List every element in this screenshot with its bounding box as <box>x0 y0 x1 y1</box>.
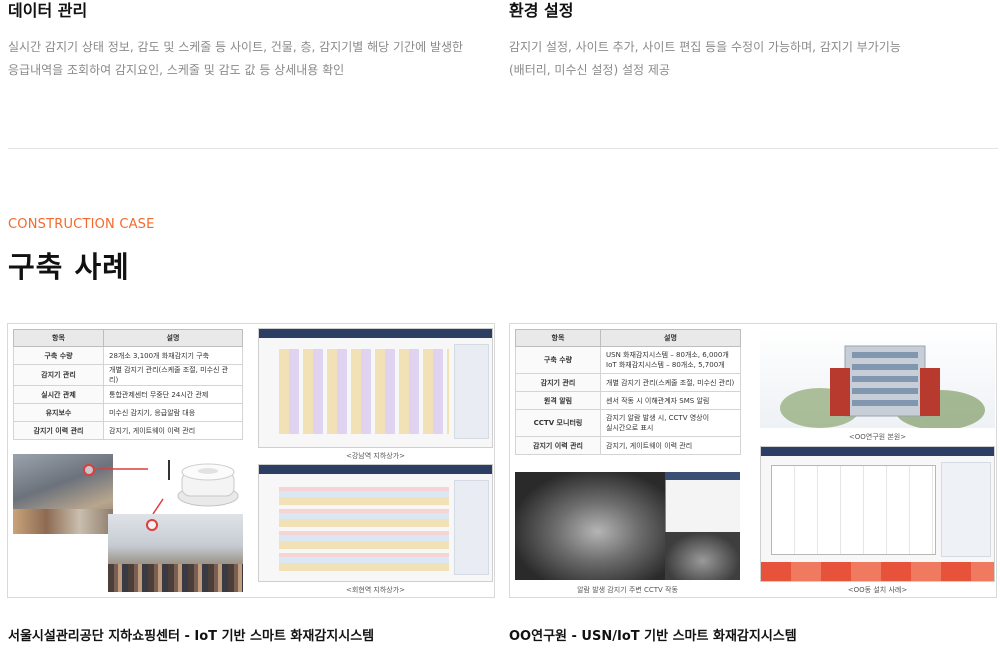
gangnam-floorplan-thumbnail[interactable] <box>258 328 493 448</box>
table-row: 구축 수량 USN 화재감지시스템 – 80개소, 6,000개 IoT 화재감… <box>515 346 741 374</box>
table-cell-key: 감지기 관리 <box>515 373 601 392</box>
case-caption[interactable]: OO연구원 - USN/IoT 기반 스마트 화재감지시스템 <box>509 625 797 644</box>
callout-line <box>98 468 164 515</box>
section-divider <box>8 148 998 149</box>
table-header: 항목 <box>13 329 104 347</box>
feature-description-line: (배터리, 미수신 설정) 설정 제공 <box>509 63 670 77</box>
thumbnail-caption: <강남역 지하상가> <box>345 452 406 460</box>
research-institute-building-photo[interactable] <box>760 328 995 428</box>
table-cell-key: 구축 수량 <box>515 346 601 374</box>
feature-description-line: 감지기 설정, 사이트 추가, 사이트 편집 등을 수정이 가능하며, 감지기 … <box>509 40 901 54</box>
building-illustration <box>780 345 985 428</box>
case-card-seoul-underground-mall[interactable]: 항목 설명 구축 수량 28개소 3,100개 화재감지기 구축 감지기 관리 … <box>7 323 495 598</box>
table-cell-value: 개별 감지기 관리(스케줄 조절, 미수신 관리) <box>600 373 741 392</box>
table-cell-key: 실시간 관제 <box>13 385 104 404</box>
cctv-monitoring-screenshot <box>515 472 740 580</box>
sensor-marker-icon <box>146 519 158 531</box>
thumbnail-caption: <OO연구원 본원> <box>848 433 907 441</box>
feature-title: 데이터 관리 <box>8 1 88 20</box>
table-header: 설명 <box>103 329 243 347</box>
table-cell-line: 실시간으로 표시 <box>606 424 654 432</box>
underground-corridor-photo <box>108 514 243 592</box>
section-title: 구축 사례 <box>8 250 130 284</box>
hoehyeon-floorplan-thumbnail[interactable] <box>258 464 493 582</box>
table-cell-key: 감지기 관리 <box>13 364 104 386</box>
table-cell-key: 감지기 이력 관리 <box>13 421 104 440</box>
table-cell-key: CCTV 모니터링 <box>515 409 601 437</box>
installation-floorplan-thumbnail[interactable] <box>760 446 995 582</box>
thumbnail-caption: <OO동 설치 사례> <box>847 586 908 594</box>
table-cell-value: 통합관제센터 무중단 24시간 관제 <box>103 385 243 404</box>
case-card-research-institute[interactable]: 항목 설명 구축 수량 USN 화재감지시스템 – 80개소, 6,000개 I… <box>509 323 997 598</box>
section-eyebrow: CONSTRUCTION CASE <box>8 217 155 232</box>
case-caption[interactable]: 서울시설관리공단 지하쇼핑센터 - IoT 기반 스마트 화재감지시스템 <box>8 625 374 644</box>
table-row: CCTV 모니터링 감지기 알람 발생 시, CCTV 영상이 실시간으로 표시 <box>515 409 741 437</box>
table-row: 감지기 이력 관리 감지기, 게이트웨이 이력 관리 <box>515 436 741 455</box>
table-cell-key: 구축 수량 <box>13 346 104 365</box>
feature-description: 실시간 감지기 상태 정보, 감도 및 스케줄 등 사이트, 건물, 층, 감지… <box>8 36 478 82</box>
table-row: 감지기 관리 개별 감지기 관리(스케줄 조절, 미수신 관리) <box>13 364 243 386</box>
table-cell-value: 개별 감지기 관리(스케줄 조절, 미수신 관리) <box>103 364 243 386</box>
feature-description-line: 응급내역을 조회하여 감지요인, 스케줄 및 감도 값 등 상세내용 확인 <box>8 63 345 77</box>
table-row: 감지기 이력 관리 감지기, 게이트웨이 이력 관리 <box>13 421 243 440</box>
table-cell-line: 감지기 알람 발생 시, CCTV 영상이 <box>606 414 710 422</box>
feature-data-management: 데이터 관리 실시간 감지기 상태 정보, 감도 및 스케줄 등 사이트, 건물… <box>8 0 478 82</box>
feature-description: 감지기 설정, 사이트 추가, 사이트 편집 등을 수정이 가능하며, 감지기 … <box>509 36 979 82</box>
table-cell-value: 감지기, 게이트웨이 이력 관리 <box>103 421 243 440</box>
table-cell-value: 감지기, 게이트웨이 이력 관리 <box>600 436 741 455</box>
table-row: 실시간 관제 통합관제센터 무중단 24시간 관제 <box>13 385 243 404</box>
table-header: 설명 <box>600 329 741 347</box>
table-cell-value: 28개소 3,100개 화재감지기 구축 <box>103 346 243 365</box>
table-cell-key: 원격 알림 <box>515 391 601 410</box>
table-row: 구축 수량 28개소 3,100개 화재감지기 구축 <box>13 346 243 365</box>
spec-table: 항목 설명 구축 수량 USN 화재감지시스템 – 80개소, 6,000개 I… <box>515 329 741 455</box>
table-cell-key: 감지기 이력 관리 <box>515 436 601 455</box>
table-row: 감지기 관리 개별 감지기 관리(스케줄 조절, 미수신 관리) <box>515 373 741 392</box>
thumbnail-caption: <회현역 지하상가> <box>345 586 406 594</box>
table-cell-value: 센서 작동 시 이해관계자 SMS 알림 <box>600 391 741 410</box>
table-row: 유지보수 미수신 감지기, 응급알람 대응 <box>13 403 243 422</box>
table-cell-key: 유지보수 <box>13 403 104 422</box>
spec-table: 항목 설명 구축 수량 28개소 3,100개 화재감지기 구축 감지기 관리 … <box>13 329 243 440</box>
table-row: 원격 알림 센서 작동 시 이해관계자 SMS 알림 <box>515 391 741 410</box>
feature-title: 환경 설정 <box>509 1 574 20</box>
feature-environment-settings: 환경 설정 감지기 설정, 사이트 추가, 사이트 편집 등을 수정이 가능하며… <box>509 0 979 82</box>
table-cell-value: 미수신 감지기, 응급알람 대응 <box>103 403 243 422</box>
table-cell-line: IoT 화재감지시스템 – 80개소, 5,700개 <box>606 361 725 369</box>
thumbnail-caption: 알람 발생 감지기 주변 CCTV 작동 <box>577 586 678 594</box>
feature-description-line: 실시간 감지기 상태 정보, 감도 및 스케줄 등 사이트, 건물, 층, 감지… <box>8 40 464 54</box>
table-cell-value: USN 화재감지시스템 – 80개소, 6,000개 IoT 화재감지시스템 –… <box>600 346 741 374</box>
table-header: 항목 <box>515 329 601 347</box>
table-cell-line: USN 화재감지시스템 – 80개소, 6,000개 <box>606 351 729 359</box>
table-cell-value: 감지기 알람 발생 시, CCTV 영상이 실시간으로 표시 <box>600 409 741 437</box>
